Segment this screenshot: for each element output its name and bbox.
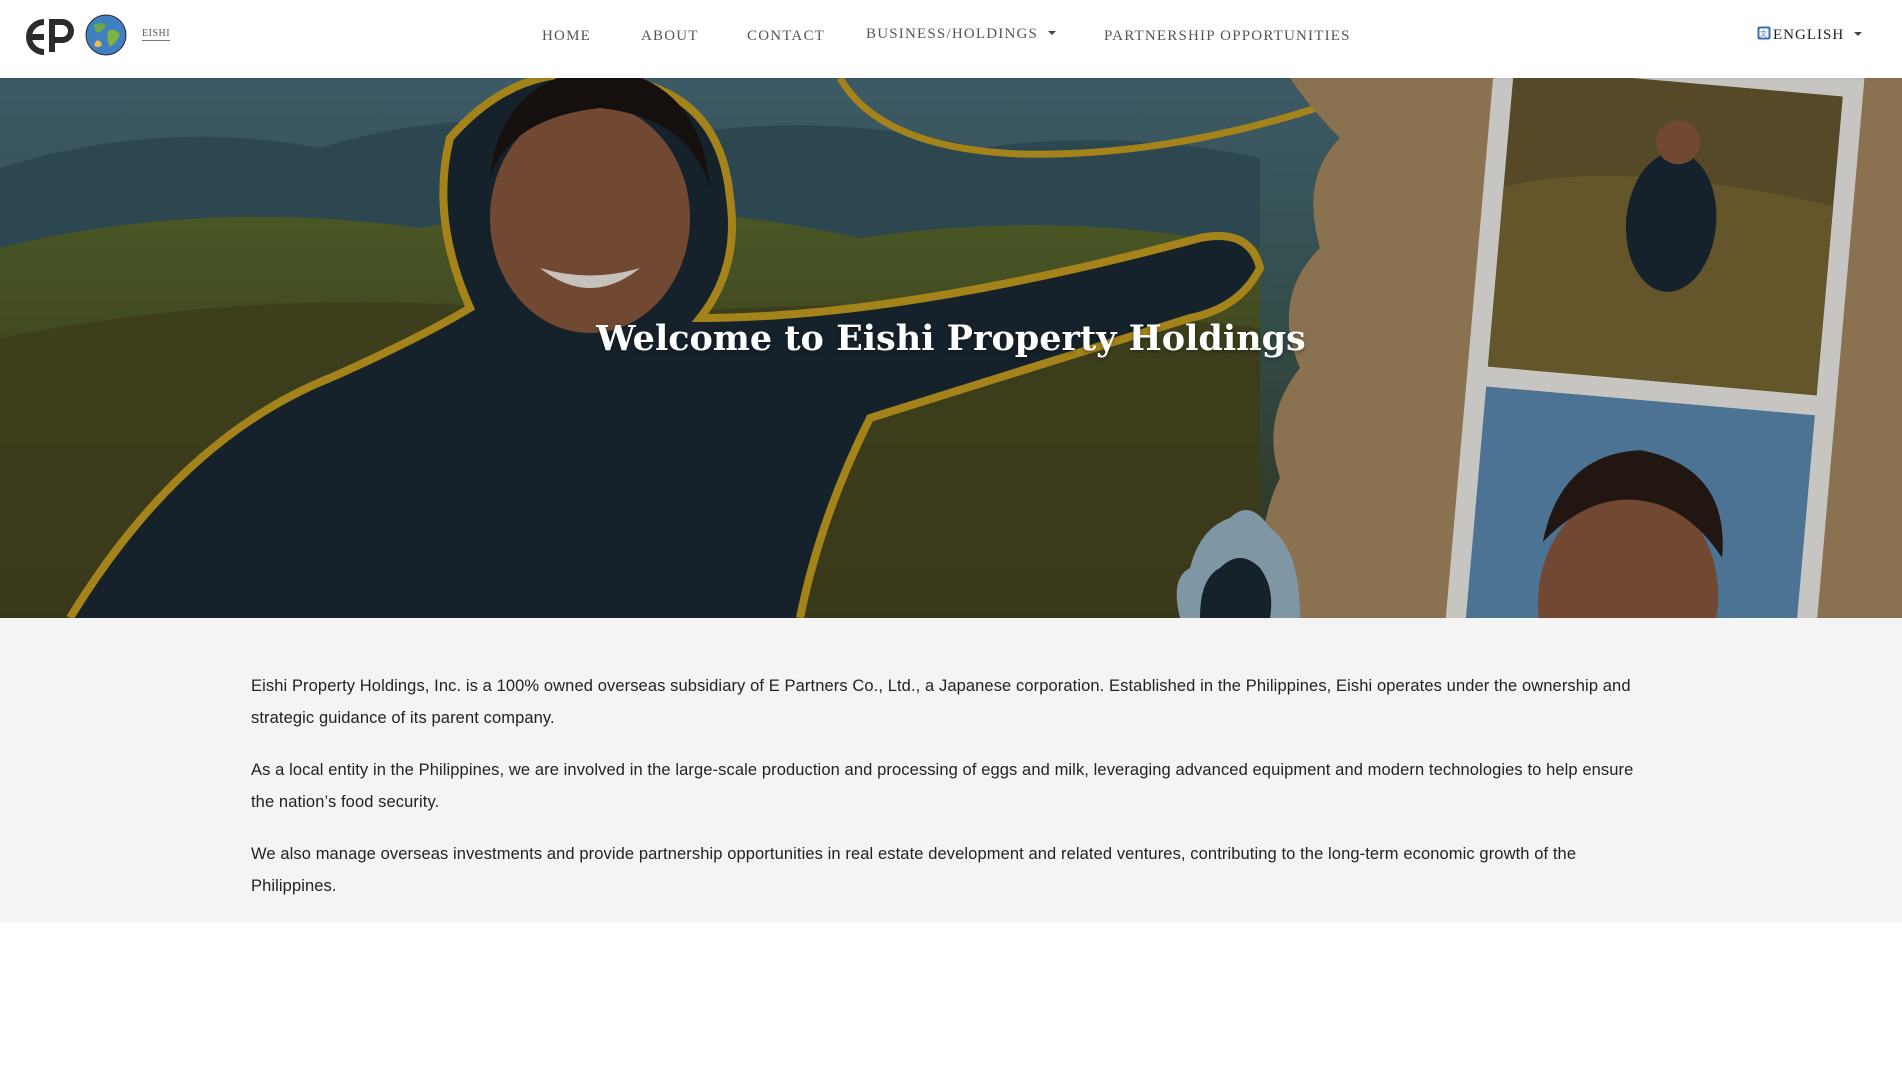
caret-down-icon (1854, 31, 1863, 36)
about-section: Eishi Property Holdings, Inc. is a 100% … (0, 618, 1902, 922)
logo-subtext: EISHI (142, 27, 171, 41)
hero-title: Welcome to Eishi Property Holdings (596, 318, 1306, 359)
site-logo[interactable]: EISHI (22, 12, 182, 62)
nav-partnership-opportunities[interactable]: PARTNERSHIP OPPORTUNITIES (1104, 28, 1351, 45)
globe-icon (84, 13, 128, 62)
language-selector[interactable]: 文 ENGLISH (1757, 26, 1863, 45)
nav-home[interactable]: HOME (542, 28, 591, 45)
nav-business-holdings-dropdown[interactable]: BUSINESS/HOLDINGS (866, 26, 1057, 43)
about-paragraph-1: Eishi Property Holdings, Inc. is a 100% … (251, 677, 1631, 727)
about-paragraph-3: We also manage overseas investments and … (251, 845, 1577, 895)
language-label: ENGLISH (1773, 27, 1845, 43)
nav-business-holdings-label: BUSINESS/HOLDINGS (866, 26, 1039, 42)
site-header: EISHI HOME ABOUT CONTACT BUSINESS/HOLDIN… (0, 0, 1902, 78)
nav-contact[interactable]: CONTACT (747, 28, 825, 45)
ep-logo-mark (22, 14, 78, 60)
hero-banner: Welcome to Eishi Property Holdings (0, 78, 1902, 618)
caret-down-icon (1048, 30, 1057, 35)
translate-icon: 文 (1757, 26, 1773, 45)
about-text: Eishi Property Holdings, Inc. is a 100% … (251, 670, 1651, 922)
nav-about[interactable]: ABOUT (641, 28, 699, 45)
svg-text:文: 文 (1760, 29, 1768, 38)
about-paragraph-2: As a local entity in the Philippines, we… (251, 761, 1634, 811)
